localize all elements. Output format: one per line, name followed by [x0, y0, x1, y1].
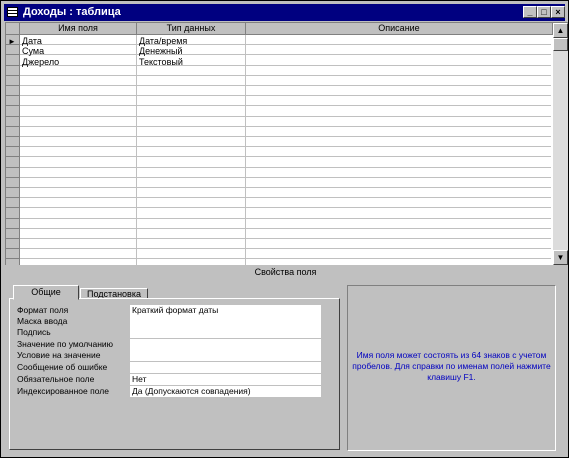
row-selector-column[interactable] [6, 35, 20, 265]
default-value-input[interactable] [130, 339, 321, 350]
maximize-button[interactable]: □ [537, 6, 551, 18]
row-divider [20, 85, 551, 86]
row-selector[interactable] [6, 249, 20, 260]
property-label: Значение по умолчанию [17, 339, 114, 349]
caption-input[interactable] [130, 327, 321, 338]
close-button[interactable]: × [551, 6, 565, 18]
row-selector[interactable] [6, 96, 20, 107]
row-divider [20, 187, 551, 188]
help-hint-panel: Имя поля может состоять из 64 знаков с у… [347, 285, 556, 451]
column-header-field-name[interactable]: Имя поля [20, 23, 137, 35]
row-divider [20, 156, 551, 158]
data-type-cell[interactable]: Дата/время [139, 37, 187, 46]
property-label: Обязательное поле [17, 374, 95, 384]
column-divider [245, 35, 246, 265]
row-divider [20, 197, 551, 199]
title-bar[interactable]: Доходы : таблица _ □ × [4, 4, 565, 21]
row-divider [20, 44, 551, 46]
row-selector[interactable] [6, 208, 20, 219]
row-selector[interactable] [6, 147, 20, 158]
row-divider [20, 207, 551, 209]
row-selector[interactable] [6, 167, 20, 178]
row-divider [20, 227, 551, 229]
row-selector[interactable] [6, 177, 20, 188]
row-selector[interactable] [6, 65, 20, 76]
minimize-button[interactable]: _ [523, 6, 537, 18]
row-divider [20, 64, 551, 66]
row-selector[interactable] [6, 239, 20, 250]
row-selector[interactable] [6, 218, 20, 229]
row-divider [20, 238, 551, 239]
field-name-cell[interactable]: Джерело [22, 58, 59, 67]
property-label: Подпись [17, 327, 51, 337]
scroll-down-icon[interactable]: ▼ [553, 250, 568, 265]
general-properties-panel: Формат поля Краткий формат даты Маска вв… [9, 298, 340, 450]
row-divider [20, 166, 551, 168]
data-type-cell[interactable]: Денежный [139, 47, 182, 56]
table-design-window: Доходы : таблица _ □ × Имя поля Тип данн… [0, 0, 569, 458]
validation-rule-input[interactable] [130, 350, 321, 361]
row-divider [20, 248, 551, 250]
property-label: Формат поля [17, 305, 69, 315]
row-selector[interactable] [6, 55, 20, 66]
row-selector[interactable] [6, 157, 20, 168]
row-divider [20, 115, 551, 117]
validation-text-input[interactable] [130, 362, 321, 373]
row-selector[interactable] [6, 188, 20, 199]
row-selector[interactable] [6, 116, 20, 127]
property-label: Индексированное поле [17, 386, 109, 396]
input-mask-input[interactable] [130, 316, 321, 327]
row-selector[interactable] [6, 126, 20, 137]
format-field-input[interactable]: Краткий формат даты [130, 305, 321, 316]
indexed-input[interactable]: Да (Допускаются совпадения) [130, 386, 321, 397]
field-design-grid[interactable]: Имя поля Тип данных Описание ► Дата Дата… [5, 22, 568, 265]
scroll-up-icon[interactable]: ▲ [553, 23, 568, 38]
row-divider [20, 74, 551, 76]
row-selector[interactable] [6, 45, 20, 56]
select-all-corner[interactable] [6, 23, 20, 35]
field-properties-title: Свойства поля [254, 267, 317, 277]
data-type-cell[interactable]: Текстовый [139, 58, 183, 67]
field-name-cell[interactable]: Дата [22, 37, 42, 46]
table-icon [7, 7, 18, 17]
row-selector[interactable] [6, 228, 20, 239]
tab-general[interactable]: Общие [13, 285, 79, 300]
row-selector[interactable] [6, 106, 20, 117]
scroll-thumb[interactable] [553, 38, 568, 51]
vertical-scrollbar[interactable]: ▲ ▼ [553, 23, 568, 265]
row-divider [20, 136, 551, 137]
field-name-cell[interactable]: Сума [22, 47, 44, 56]
row-divider [20, 125, 551, 127]
required-input[interactable]: Нет [130, 374, 321, 385]
column-header-data-type[interactable]: Тип данных [137, 23, 246, 35]
row-selector[interactable] [6, 75, 20, 86]
row-divider [20, 217, 551, 219]
row-selector[interactable] [6, 137, 20, 148]
property-label: Маска ввода [17, 316, 68, 326]
row-selector[interactable] [6, 198, 20, 209]
current-row-icon: ► [8, 37, 16, 46]
row-divider [20, 95, 551, 97]
property-label: Сообщение об ошибке [17, 362, 108, 372]
row-divider [20, 146, 551, 148]
property-label: Условие на значение [17, 350, 101, 360]
row-divider [20, 176, 551, 178]
column-header-description[interactable]: Описание [246, 23, 553, 35]
row-selector[interactable] [6, 86, 20, 97]
row-divider [20, 258, 551, 260]
help-hint-text: Имя поля может состоять из 64 знаков с у… [352, 350, 551, 382]
row-divider [20, 105, 551, 107]
window-title: Доходы : таблица [23, 6, 121, 18]
row-divider [20, 54, 551, 56]
column-divider [136, 35, 137, 265]
row-selector[interactable] [6, 259, 20, 265]
